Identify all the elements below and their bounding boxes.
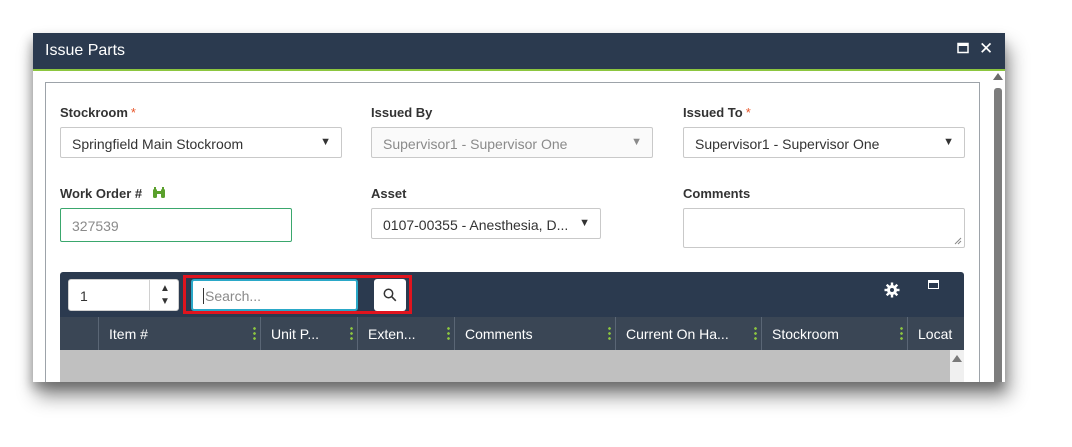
form-panel: Stockroom * Springfield Main Stockroom ▼ … [45, 82, 980, 382]
column-header-text: Item # [109, 326, 148, 342]
scroll-up-icon[interactable] [993, 73, 1003, 80]
column-header-select[interactable] [60, 317, 98, 350]
column-resize-handle[interactable] [447, 326, 450, 341]
grid-maximize-icon[interactable] [928, 280, 939, 289]
quantity-spinner: ▲ ▼ [149, 280, 180, 310]
column-resize-handle[interactable] [608, 326, 611, 341]
scrollbar-thumb[interactable] [994, 88, 1002, 382]
search-input[interactable]: Search... [191, 279, 358, 311]
binoculars-icon[interactable] [152, 187, 166, 202]
spin-up-icon[interactable]: ▲ [160, 283, 170, 294]
dialog-body: Stockroom * Springfield Main Stockroom ▼ … [33, 71, 1005, 382]
column-header-text: Current On Ha... [626, 326, 729, 342]
work-order-input[interactable]: 327539 [60, 208, 292, 242]
issued-to-label-text: Issued To [683, 105, 743, 120]
dialog-title: Issue Parts [45, 42, 126, 59]
asset-select[interactable]: 0107-00355 - Anesthesia, D... ▼ [371, 208, 601, 239]
stockroom-value: Springfield Main Stockroom [72, 136, 244, 152]
issue-parts-dialog: Issue Parts ✕ Stockroom * Springfield Mai… [33, 33, 1005, 382]
work-order-label-text: Work Order # [60, 186, 143, 201]
column-header-location[interactable]: Locat [907, 317, 964, 350]
resize-grip-icon[interactable] [954, 237, 962, 245]
column-resize-handle[interactable] [350, 326, 353, 341]
quantity-value: 1 [80, 288, 88, 304]
column-header-unit-price[interactable]: Unit P... [260, 317, 357, 350]
search-button[interactable] [374, 279, 406, 311]
spin-down-icon[interactable]: ▼ [160, 296, 170, 307]
grid-header: Item # Unit P... Exten... Comments Curre… [60, 317, 964, 350]
required-marker: * [130, 105, 136, 120]
search-placeholder: Search... [203, 288, 262, 304]
column-header-current-on-hand[interactable]: Current On Ha... [615, 317, 761, 350]
dialog-scrollbar[interactable] [991, 71, 1005, 382]
issued-by-value: Supervisor1 - Supervisor One [383, 136, 568, 152]
column-resize-handle[interactable] [253, 326, 256, 341]
chevron-down-icon: ▼ [320, 136, 331, 148]
scroll-up-icon[interactable] [952, 355, 962, 362]
comments-label: Comments [683, 186, 751, 201]
issued-to-label: Issued To * [683, 105, 751, 120]
asset-value: 0107-00355 - Anesthesia, D... [383, 217, 569, 233]
column-header-text: Comments [465, 326, 533, 342]
work-order-label: Work Order # [60, 186, 166, 202]
issued-by-label: Issued By [371, 105, 433, 120]
comments-textarea[interactable] [683, 208, 965, 248]
column-header-comments[interactable]: Comments [454, 317, 615, 350]
column-header-text: Unit P... [271, 326, 319, 342]
stockroom-select[interactable]: Springfield Main Stockroom ▼ [60, 127, 342, 158]
work-order-value: 327539 [72, 218, 119, 234]
chevron-down-icon: ▼ [579, 217, 590, 229]
issued-to-select[interactable]: Supervisor1 - Supervisor One ▼ [683, 127, 965, 158]
grid-toolbar: 1 ▲ ▼ Search... [60, 272, 964, 317]
column-resize-handle[interactable] [900, 326, 903, 341]
column-header-extended[interactable]: Exten... [357, 317, 454, 350]
chevron-down-icon: ▼ [631, 136, 642, 148]
required-marker: * [745, 105, 751, 120]
gear-icon[interactable] [884, 282, 900, 298]
stockroom-label-text: Stockroom [60, 105, 128, 120]
column-header-text: Stockroom [772, 326, 839, 342]
close-icon[interactable]: ✕ [979, 39, 993, 59]
column-header-text: Locat [918, 326, 953, 342]
grid-scrollbar[interactable] [950, 350, 964, 382]
chevron-down-icon: ▼ [943, 136, 954, 148]
column-header-text: Exten... [368, 326, 416, 342]
asset-label: Asset [371, 186, 407, 201]
issued-by-select: Supervisor1 - Supervisor One ▼ [371, 127, 653, 158]
grid-body [60, 350, 950, 382]
dialog-titlebar: Issue Parts ✕ [33, 33, 1005, 71]
quantity-stepper[interactable]: 1 ▲ ▼ [68, 279, 179, 311]
search-icon [383, 288, 397, 302]
issued-to-value: Supervisor1 - Supervisor One [695, 136, 880, 152]
column-resize-handle[interactable] [754, 326, 757, 341]
column-header-item-number[interactable]: Item # [98, 317, 260, 350]
column-header-stockroom[interactable]: Stockroom [761, 317, 907, 350]
stockroom-label: Stockroom * [60, 105, 136, 120]
maximize-icon[interactable] [957, 41, 969, 58]
